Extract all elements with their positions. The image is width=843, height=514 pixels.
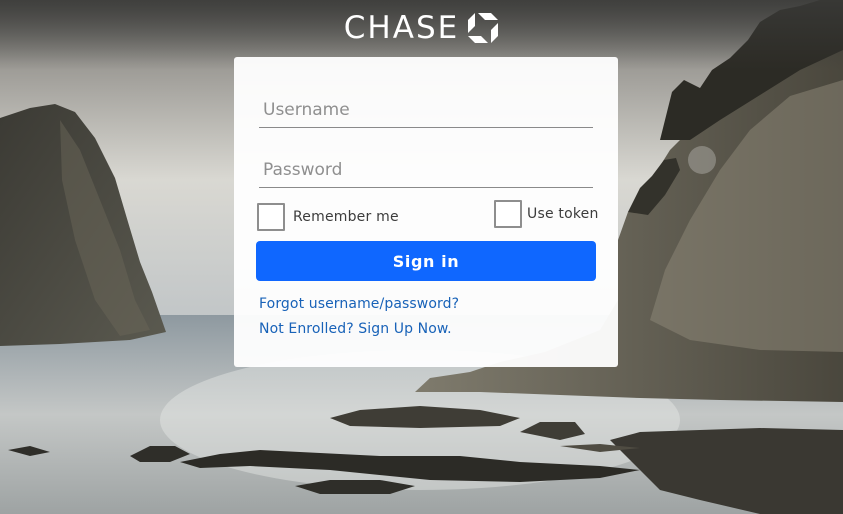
sign-in-button[interactable]: Sign in bbox=[256, 241, 596, 281]
password-input[interactable] bbox=[259, 153, 593, 187]
chase-octagon-logo-icon bbox=[468, 13, 499, 43]
header-logo-bar: CHASE bbox=[0, 0, 843, 56]
username-input[interactable] bbox=[259, 93, 593, 127]
not-enrolled-sign-up-link[interactable]: Not Enrolled? Sign Up Now. bbox=[259, 321, 452, 337]
remember-me-checkbox[interactable]: Remember me bbox=[257, 203, 399, 231]
remember-me-label: Remember me bbox=[293, 209, 399, 225]
username-field-container bbox=[259, 93, 593, 128]
brand-wordmark: CHASE bbox=[343, 9, 460, 46]
password-field-container bbox=[259, 153, 593, 188]
login-card: Remember me Use token Sign in Forgot use… bbox=[234, 57, 618, 367]
remember-me-box[interactable] bbox=[257, 203, 285, 231]
use-token-label: Use token bbox=[527, 206, 599, 222]
forgot-username-password-link[interactable]: Forgot username/password? bbox=[259, 296, 459, 312]
use-token-checkbox[interactable]: Use token bbox=[494, 200, 599, 228]
use-token-box[interactable] bbox=[494, 200, 522, 228]
